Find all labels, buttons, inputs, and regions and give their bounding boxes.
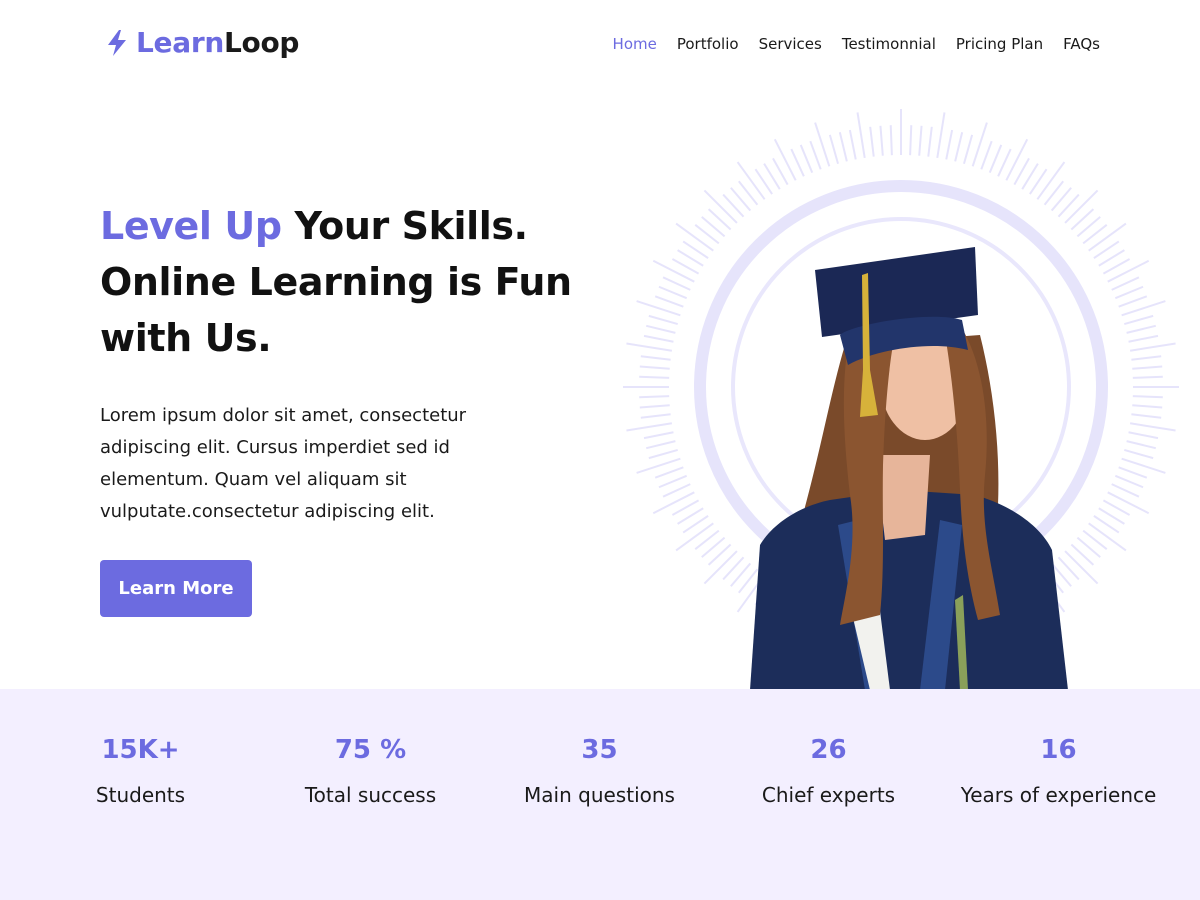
stat-label: Total success — [304, 783, 437, 807]
hero-visual — [600, 95, 1200, 690]
nav-item-home[interactable]: Home — [613, 34, 657, 54]
stat-value: 26 — [810, 735, 847, 765]
site-header: LearnLoop Home Portfolio Services Testim… — [0, 0, 1200, 88]
hero-description: Lorem ipsum dolor sit amet, consectetur … — [100, 405, 467, 522]
stat-label: Chief experts — [761, 783, 896, 807]
nav-item-portfolio[interactable]: Portfolio — [677, 34, 739, 54]
brand-name-part1: Learn — [136, 26, 224, 59]
hero-title-line-2: Online Learning is Fun — [100, 260, 572, 304]
nav-item-pricing-plan[interactable]: Pricing Plan — [956, 34, 1043, 54]
hero-title: Level Up Your Skills. Online Learning is… — [100, 198, 620, 366]
brand-logo[interactable]: LearnLoop — [106, 24, 299, 62]
nav-item-testimonial[interactable]: Testimonnial — [842, 34, 936, 54]
graduate-student-photo — [750, 247, 1068, 690]
stat-value: 15K+ — [101, 735, 180, 765]
nav-item-faqs[interactable]: FAQs — [1063, 34, 1100, 54]
hero-title-line-3: with Us. — [100, 316, 272, 360]
main-nav: Home Portfolio Services Testimonnial Pri… — [613, 34, 1100, 54]
brand-name: LearnLoop — [136, 24, 299, 62]
stats-section: 15K+ Students 75 % Total success 35 Main… — [0, 689, 1200, 900]
stat-label: Main questions — [524, 783, 675, 807]
hero-title-rest: Your Skills. — [281, 204, 528, 248]
learn-more-button[interactable]: Learn More — [100, 560, 252, 617]
stat-label: Students — [95, 783, 186, 807]
stat-value: 35 — [581, 735, 618, 765]
bolt-icon — [106, 30, 128, 56]
brand-name-part2: Loop — [223, 26, 300, 59]
stat-value: 16 — [1040, 735, 1077, 765]
stat-label: Years of experience — [960, 783, 1157, 807]
nav-item-services[interactable]: Services — [759, 34, 822, 54]
stat-value: 75 % — [334, 735, 407, 765]
hero-title-accent: Level Up — [100, 204, 282, 248]
